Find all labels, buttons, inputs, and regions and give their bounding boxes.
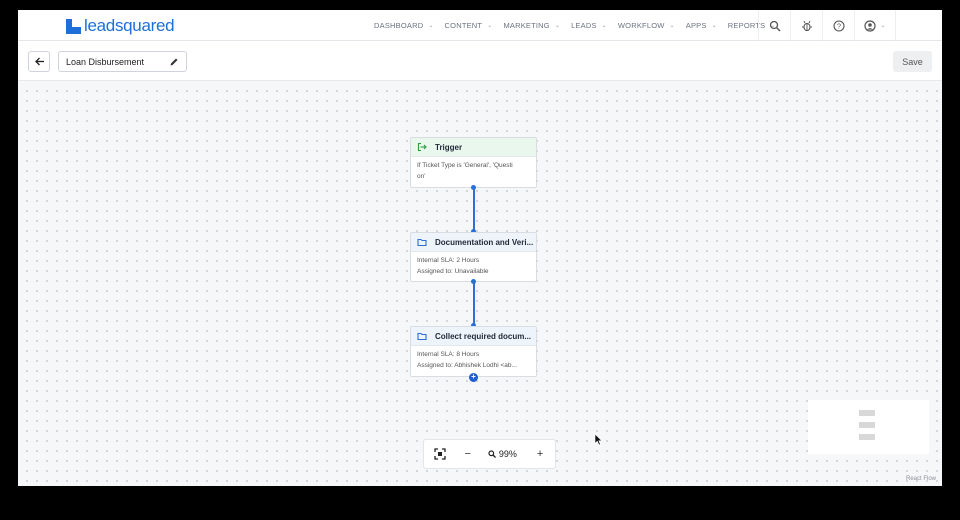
minimap-node (859, 410, 875, 416)
chevron-down-icon: ⌄ (554, 23, 561, 29)
node-title: Documentation and Veri... (435, 237, 534, 247)
node-body: If Ticket Type is 'General', 'Questi on' (411, 157, 536, 186)
user-icon (864, 19, 877, 32)
node-title: Trigger (435, 142, 463, 152)
node-header: Documentation and Veri... (411, 233, 536, 252)
search-icon[interactable] (758, 10, 790, 41)
nav-dashboard[interactable]: DASHBOARD ⌄ (374, 21, 434, 30)
bug-icon[interactable] (790, 10, 822, 41)
mouse-cursor-icon (594, 433, 603, 446)
chevron-down-icon: ⌄ (487, 23, 493, 29)
top-nav: leadsquared DASHBOARD ⌄ CONTENT ⌄ MARKETIN… (18, 10, 942, 41)
node-assignee-text: Assigned to: Abhishek Lodhi <ab... (417, 361, 517, 369)
node-header: Trigger (411, 138, 536, 157)
logo-wordmark: leadsquared (84, 16, 175, 35)
minimap[interactable] (808, 400, 929, 454)
flow-canvas[interactable]: Trigger If Ticket Type is 'General', 'Qu… (18, 82, 942, 486)
minimap-node (859, 434, 875, 440)
logo-mark-icon (66, 18, 81, 34)
node-title: Collect required docum... (435, 331, 532, 341)
node-assignee-text: Assigned to: Unavailable (417, 267, 489, 275)
chevron-down-icon: ⌄ (601, 23, 607, 29)
node-header: Collect required docum... (411, 327, 536, 346)
zoom-controls: − 99% + (423, 439, 556, 469)
nav-workflow[interactable]: WORKFLOW ⌄ (618, 21, 675, 30)
search-icon (488, 450, 496, 458)
fit-view-button[interactable] (424, 439, 456, 469)
chevron-down-icon: ⌄ (711, 23, 717, 29)
trigger-icon (417, 142, 427, 152)
chevron-down-icon: ⌄ (880, 23, 886, 29)
node-body: Internal SLA: 8 Hours Assigned to: Abhis… (411, 346, 536, 375)
react-flow-attribution[interactable]: React Flow (906, 476, 936, 482)
flow-edge (473, 282, 475, 325)
zoom-level: 99% (480, 439, 526, 469)
svg-text:?: ? (836, 21, 840, 30)
nav-content[interactable]: CONTENT ⌄ (445, 21, 493, 30)
node-condition-text: on' (417, 172, 426, 180)
zoom-value: 99% (498, 449, 517, 459)
nav-apps[interactable]: APPS ⌄ (686, 21, 717, 30)
back-button[interactable] (28, 51, 50, 72)
nav-leads[interactable]: LEADS ⌄ (571, 21, 607, 30)
nav-marketing[interactable]: MARKETING ⌄ (503, 21, 560, 30)
main-menu: DASHBOARD ⌄ CONTENT ⌄ MARKETING ⌄ LEADS ⌄ WO… (374, 10, 787, 41)
trigger-node[interactable]: Trigger If Ticket Type is 'General', 'Qu… (410, 137, 537, 188)
node-sla-text: Internal SLA: 8 Hours (417, 351, 480, 358)
zoom-in-button[interactable]: + (525, 439, 555, 469)
folder-icon (417, 332, 427, 341)
folder-icon (417, 238, 427, 247)
brand-logo[interactable]: leadsquared (66, 16, 175, 36)
chevron-down-icon: ⌄ (428, 23, 434, 29)
arrow-left-icon (34, 57, 44, 66)
fit-view-icon (434, 448, 446, 460)
node-body: Internal SLA: 2 Hours Assigned to: Unava… (411, 252, 536, 281)
app-window: leadsquared DASHBOARD ⌄ CONTENT ⌄ MARKETIN… (18, 10, 942, 486)
editor-header: Loan Disbursement Save (18, 41, 942, 81)
minimap-node (859, 422, 875, 428)
save-button[interactable]: Save (893, 51, 932, 72)
flow-title-field[interactable]: Loan Disbursement (58, 51, 187, 72)
add-node-button[interactable]: + (469, 373, 478, 382)
node-sla-text: Internal SLA: 2 Hours (417, 257, 480, 264)
node-condition-text: If Ticket Type is 'General', 'Questi (417, 162, 513, 169)
flow-edge (473, 188, 475, 231)
flow-title: Loan Disbursement (66, 56, 145, 67)
zoom-out-button[interactable]: − (456, 439, 480, 469)
chevron-down-icon: ⌄ (669, 23, 675, 29)
pencil-icon[interactable] (169, 57, 179, 67)
help-icon[interactable]: ? (822, 10, 854, 41)
documentation-node[interactable]: Documentation and Veri... Internal SLA: … (410, 232, 537, 282)
collect-documents-node[interactable]: Collect required docum... Internal SLA: … (410, 326, 537, 377)
user-menu[interactable]: ⌄ (854, 10, 896, 41)
